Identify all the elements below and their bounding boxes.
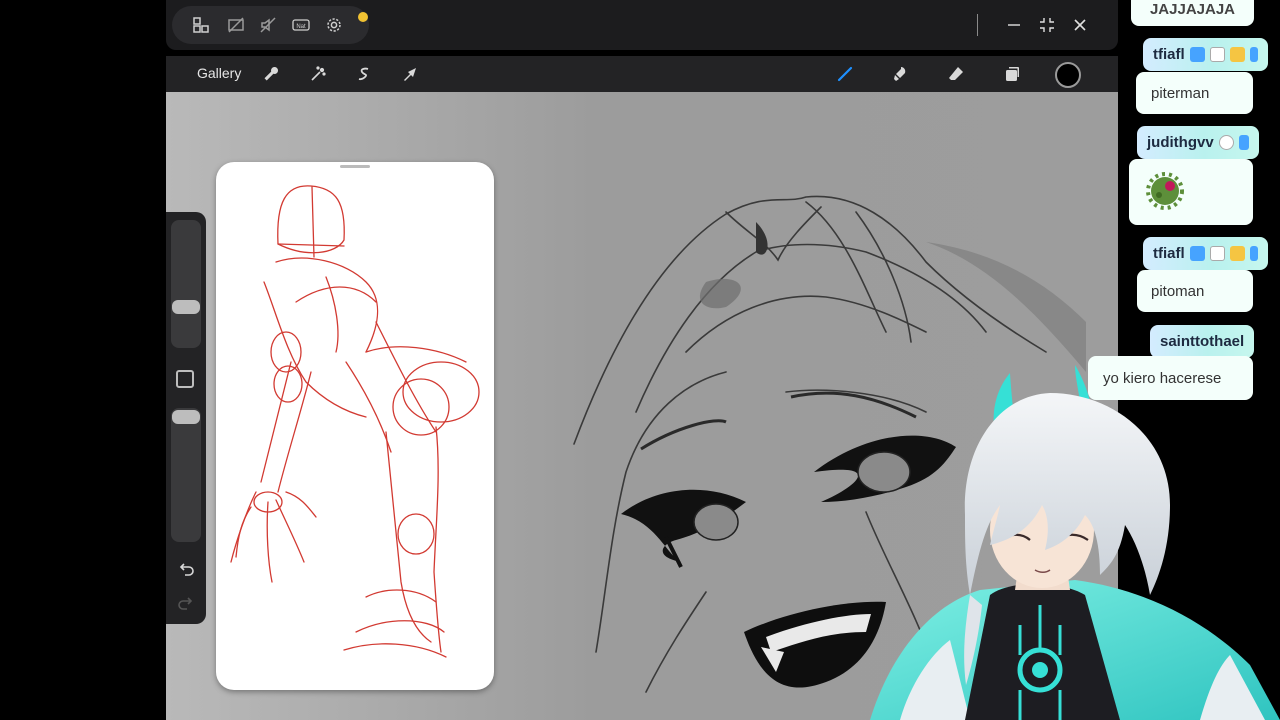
chat-message-text: JAJJAJAJA: [1149, 0, 1236, 18]
chat-message: [1129, 159, 1253, 225]
chat-message: pitoman: [1137, 270, 1253, 312]
brush-size-knob[interactable]: [172, 300, 200, 314]
badge-icon: [1209, 47, 1225, 62]
color-picker-swatch[interactable]: [1055, 62, 1081, 88]
gallery-button[interactable]: Gallery: [197, 65, 241, 81]
chat-username: tfiafl: [1143, 38, 1268, 71]
redo-icon[interactable]: [176, 594, 196, 614]
settings-icon[interactable]: [323, 14, 345, 36]
badge-icon: [1249, 47, 1258, 62]
badge-icon: [1229, 246, 1245, 261]
stream-scene: Nat Gallery JAJJAJAJA tfiafl piterman ju…: [0, 0, 1280, 720]
reference-window[interactable]: [216, 162, 494, 690]
layout-icon[interactable]: [190, 14, 212, 36]
brush-sliders-panel: [166, 212, 206, 624]
chat-username-text: tfiafl: [1153, 245, 1185, 262]
chat-message: JAJJAJAJA: [1131, 0, 1254, 26]
nat-icon[interactable]: Nat: [290, 14, 312, 36]
vtuber-avatar: [870, 365, 1280, 720]
smudge-icon[interactable]: [889, 63, 911, 85]
recording-indicator: [358, 12, 368, 22]
green-virus-emote: [1146, 172, 1184, 210]
selection-icon[interactable]: [353, 63, 375, 85]
chat-username-text: tfiafl: [1153, 46, 1185, 63]
badge-icon: [1249, 246, 1258, 261]
badge-icon: [1218, 135, 1234, 150]
reference-pose-sketch: [230, 185, 480, 658]
screen-off-icon[interactable]: [225, 14, 247, 36]
restore-icon[interactable]: [1036, 14, 1058, 36]
opacity-knob[interactable]: [172, 410, 200, 424]
modify-button[interactable]: [176, 370, 194, 388]
chat-username-text: sainttothael: [1160, 333, 1245, 350]
badge-icon: [1238, 135, 1249, 150]
badge-icon: [1229, 47, 1245, 62]
chat-message-text: pitoman: [1151, 282, 1205, 300]
window-title-bar: Nat: [166, 0, 1118, 50]
eraser-icon[interactable]: [945, 63, 967, 85]
badge-icon: [1209, 246, 1225, 261]
brush-icon[interactable]: [834, 63, 856, 85]
badge-icon: [1189, 47, 1205, 62]
chat-message: piterman: [1136, 72, 1253, 114]
close-icon[interactable]: [1069, 14, 1091, 36]
opacity-slider[interactable]: [171, 408, 201, 542]
undo-icon[interactable]: [176, 560, 196, 580]
mute-icon[interactable]: [257, 14, 279, 36]
chat-username-text: judithgvv: [1147, 134, 1214, 151]
app-toolbar: Gallery: [166, 56, 1118, 92]
wrench-icon[interactable]: [260, 63, 282, 85]
brush-size-slider[interactable]: [171, 220, 201, 348]
nat-label: Nat: [296, 24, 306, 30]
chat-message-text: piterman: [1151, 84, 1210, 102]
chat-username: judithgvv: [1137, 126, 1259, 159]
chat-username: tfiafl: [1143, 237, 1268, 270]
badge-icon: [1189, 246, 1205, 261]
minimize-icon[interactable]: [1003, 14, 1025, 36]
magic-wand-icon[interactable]: [307, 63, 329, 85]
layers-icon[interactable]: [1001, 63, 1023, 85]
transform-icon[interactable]: [399, 63, 421, 85]
chat-username: sainttothael: [1150, 325, 1255, 358]
title-bar-divider: [977, 14, 978, 36]
